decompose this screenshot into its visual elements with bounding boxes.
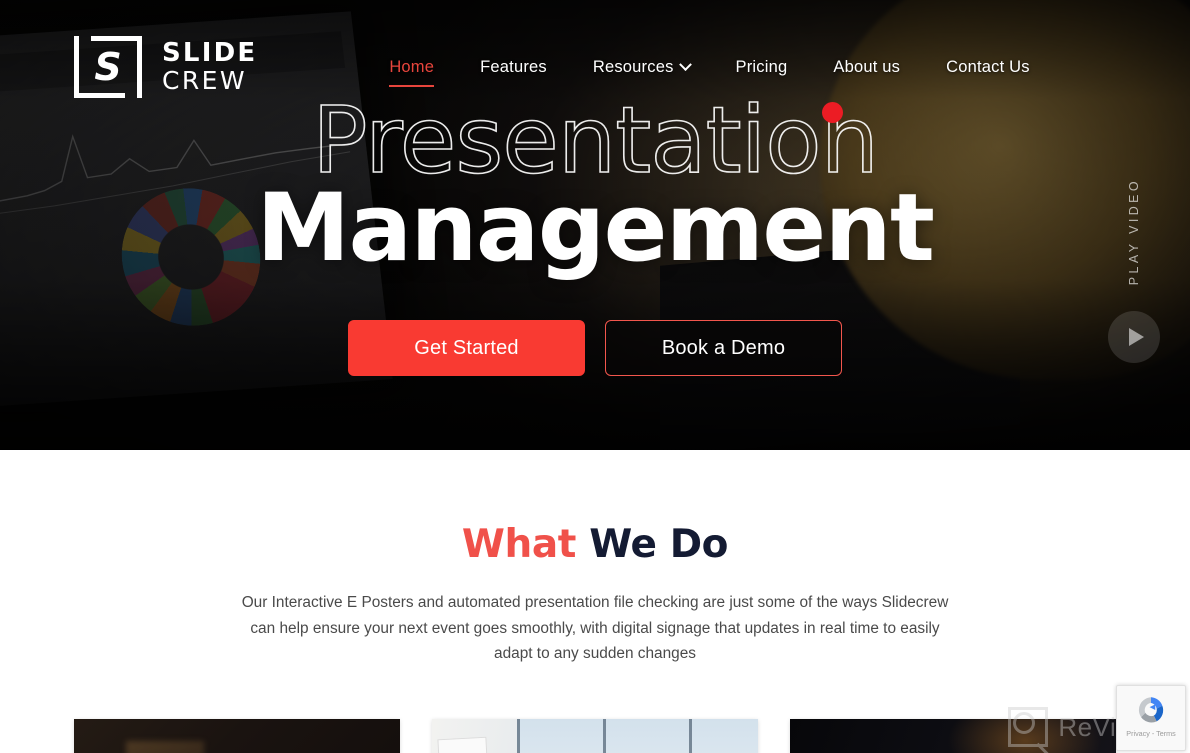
recaptcha-badge[interactable]: Privacy - Terms <box>1116 685 1186 751</box>
nav-item-about-us[interactable]: About us <box>833 52 900 83</box>
section-description: Our Interactive E Posters and automated … <box>241 594 949 663</box>
play-triangle-icon <box>1128 328 1144 347</box>
hero-headline-red-dot <box>822 102 844 123</box>
hero-headline-solid: Management <box>256 174 935 284</box>
play-button-circle[interactable] <box>1108 311 1160 364</box>
card-side-panel <box>436 737 490 753</box>
nav-item-contact-us-label: Contact Us <box>946 57 1030 76</box>
recaptcha-icon <box>1134 693 1168 727</box>
feature-card-3[interactable] <box>790 719 1116 753</box>
play-video-control[interactable]: PLAY VIDEO <box>1108 178 1160 364</box>
recaptcha-privacy-terms[interactable]: Privacy - Terms <box>1126 729 1175 738</box>
play-video-label: PLAY VIDEO <box>1127 178 1141 286</box>
nav-item-resources[interactable]: Resources <box>592 52 692 83</box>
nav-item-pricing[interactable]: Pricing <box>736 52 788 83</box>
brand-wordmark: SLIDE CREW <box>162 40 257 93</box>
brand-logo[interactable]: S SLIDE CREW <box>74 30 257 104</box>
slidecrew-mark-icon: S <box>74 30 142 104</box>
feature-card-1[interactable] <box>74 719 400 753</box>
nav-item-contact-us[interactable]: Contact Us <box>946 52 1030 83</box>
what-we-do-section: What We Do Our Interactive E Posters and… <box>0 450 1190 753</box>
section-title-rest: We Do <box>576 522 729 567</box>
hero-headline-outline: Presentation <box>311 94 879 188</box>
hero-cta-row: Get Started Book a Demo <box>348 320 842 377</box>
nav-item-features[interactable]: Features <box>480 52 547 83</box>
hero-section: S SLIDE CREW Home Features Resources Pri… <box>0 0 1190 450</box>
nav-item-about-us-label: About us <box>833 57 901 76</box>
nav-item-home-label: Home <box>389 57 435 76</box>
card-window-pattern <box>516 719 758 753</box>
logo-letter-s: S <box>94 45 122 89</box>
page-root: S SLIDE CREW Home Features Resources Pri… <box>0 0 1190 753</box>
brand-word-crew: CREW <box>162 65 247 95</box>
section-title: What We Do <box>461 522 729 567</box>
feature-card-2[interactable] <box>432 719 758 753</box>
main-navigation: S SLIDE CREW Home Features Resources Pri… <box>0 0 1190 104</box>
feature-cards-row <box>74 719 1116 753</box>
nav-item-features-label: Features <box>480 57 547 76</box>
nav-item-pricing-label: Pricing <box>735 57 788 76</box>
nav-item-home[interactable]: Home <box>389 52 435 87</box>
brand-word-slide: SLIDE <box>162 38 258 69</box>
get-started-button[interactable]: Get Started <box>348 320 585 377</box>
section-title-accent: What <box>461 522 577 567</box>
nav-menu: Home Features Resources Pricing About us… <box>389 52 1030 87</box>
chevron-down-icon <box>678 57 692 71</box>
nav-item-resources-label: Resources <box>592 57 674 76</box>
book-a-demo-button[interactable]: Book a Demo <box>605 320 842 377</box>
